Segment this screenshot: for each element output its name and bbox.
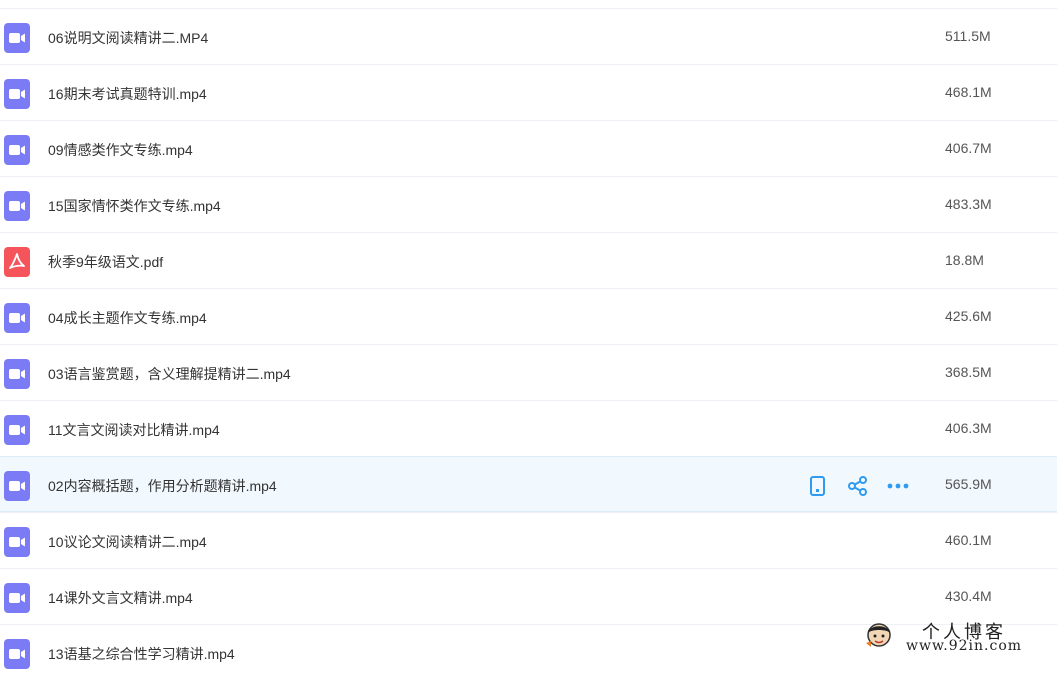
share-icon[interactable] xyxy=(846,474,870,498)
file-list: 06说明文阅读精讲二.MP4 511.5M 16期末考试真题特训.mp4 468… xyxy=(0,8,1057,680)
file-row[interactable]: 06说明文阅读精讲二.MP4 511.5M xyxy=(0,8,1057,64)
file-size: 430.4M xyxy=(945,588,992,604)
phone-icon[interactable] xyxy=(806,474,830,498)
video-file-icon xyxy=(4,471,30,501)
file-row-hovered[interactable]: 02内容概括题，作用分析题精讲.mp4 565.9M xyxy=(0,456,1057,512)
file-size: 368.5M xyxy=(945,364,992,380)
video-file-icon xyxy=(4,135,30,165)
video-file-icon xyxy=(4,79,30,109)
file-row[interactable]: 秋季9年级语文.pdf 18.8M xyxy=(0,232,1057,288)
file-name[interactable]: 09情感类作文专练.mp4 xyxy=(48,140,193,160)
file-size: 406.3M xyxy=(945,420,992,436)
file-name[interactable]: 秋季9年级语文.pdf xyxy=(48,252,163,272)
video-file-icon xyxy=(4,191,30,221)
video-file-icon xyxy=(4,527,30,557)
file-size: 511.5M xyxy=(945,28,991,44)
file-row[interactable]: 03语言鉴赏题，含义理解提精讲二.mp4 368.5M xyxy=(0,344,1057,400)
file-name[interactable]: 03语言鉴赏题，含义理解提精讲二.mp4 xyxy=(48,364,291,384)
file-name[interactable]: 15国家情怀类作文专练.mp4 xyxy=(48,196,221,216)
video-file-icon xyxy=(4,583,30,613)
file-row[interactable]: 11文言文阅读对比精讲.mp4 406.3M xyxy=(0,400,1057,456)
watermark-logo xyxy=(866,623,891,647)
file-name[interactable]: 04成长主题作文专练.mp4 xyxy=(48,308,207,328)
video-file-icon xyxy=(4,359,30,389)
file-name[interactable]: 10议论文阅读精讲二.mp4 xyxy=(48,532,207,552)
file-row[interactable]: 09情感类作文专练.mp4 406.7M xyxy=(0,120,1057,176)
file-size: 565.9M xyxy=(945,476,992,492)
file-name[interactable]: 11文言文阅读对比精讲.mp4 xyxy=(48,420,220,440)
file-name[interactable]: 13语基之综合性学习精讲.mp4 xyxy=(48,644,235,664)
file-size: 406.7M xyxy=(945,140,992,156)
file-size: 468.1M xyxy=(945,84,992,100)
file-name[interactable]: 06说明文阅读精讲二.MP4 xyxy=(48,28,208,48)
file-name[interactable]: 02内容概括题，作用分析题精讲.mp4 xyxy=(48,476,277,496)
video-file-icon xyxy=(4,23,30,53)
file-name[interactable]: 16期末考试真题特训.mp4 xyxy=(48,84,207,104)
file-row[interactable]: 14课外文言文精讲.mp4 430.4M xyxy=(0,568,1057,624)
file-name[interactable]: 14课外文言文精讲.mp4 xyxy=(48,588,193,608)
video-file-icon xyxy=(4,303,30,333)
watermark-url: www.92in.com xyxy=(906,638,1023,654)
more-icon[interactable] xyxy=(886,474,910,498)
pdf-file-icon xyxy=(4,247,30,277)
watermark: 个人博客 www.92in.com xyxy=(862,618,1057,658)
file-row[interactable]: 16期末考试真题特训.mp4 468.1M xyxy=(0,64,1057,120)
file-row[interactable]: 15国家情怀类作文专练.mp4 483.3M xyxy=(0,176,1057,232)
file-size: 483.3M xyxy=(945,196,992,212)
file-row[interactable]: 04成长主题作文专练.mp4 425.6M xyxy=(0,288,1057,344)
video-file-icon xyxy=(4,415,30,445)
file-size: 18.8M xyxy=(945,252,984,268)
video-file-icon xyxy=(4,639,30,669)
file-row[interactable]: 10议论文阅读精讲二.mp4 460.1M xyxy=(0,512,1057,568)
file-size: 425.6M xyxy=(945,308,992,324)
file-size: 460.1M xyxy=(945,532,992,548)
